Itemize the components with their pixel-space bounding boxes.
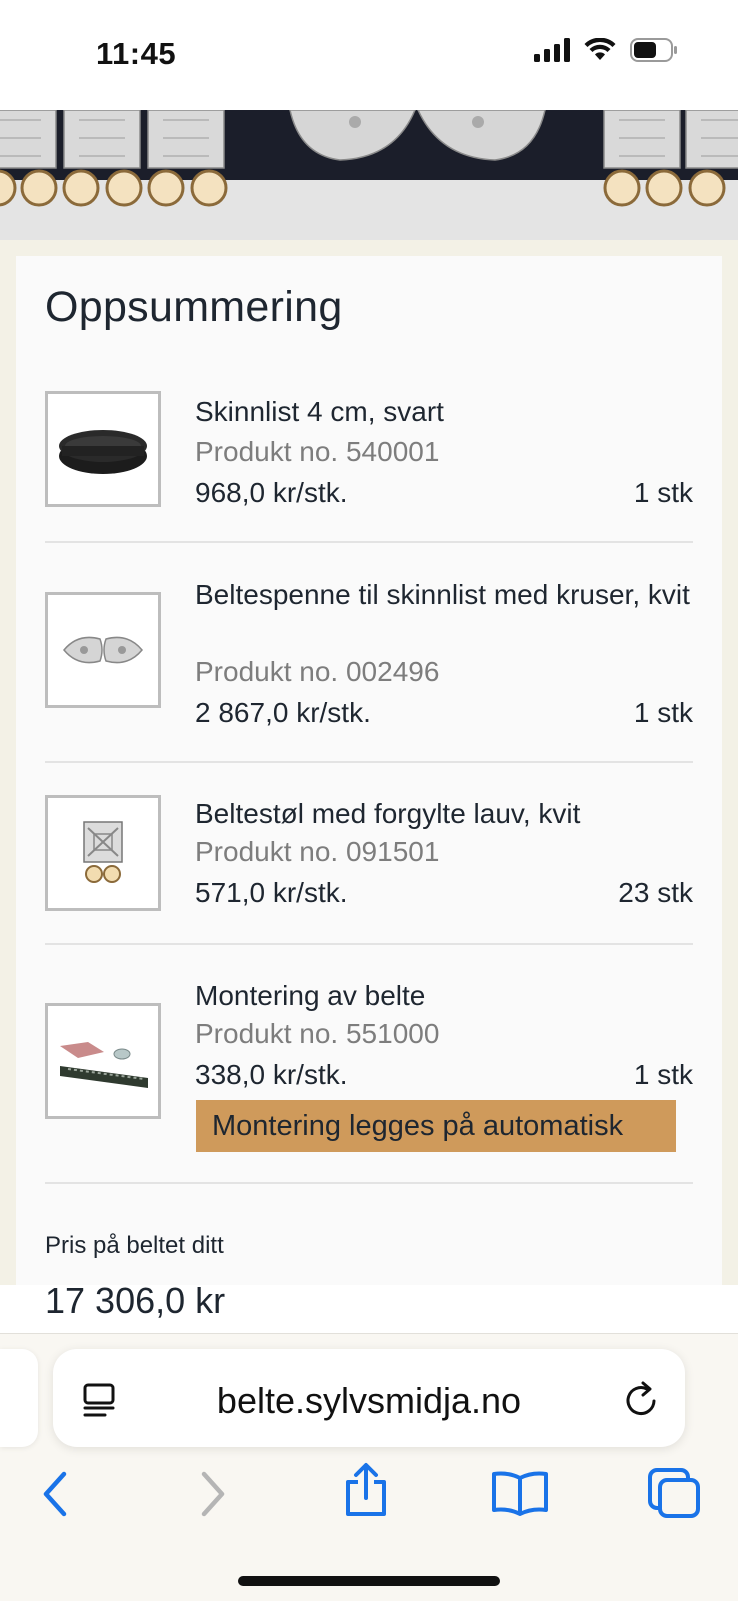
status-icons xyxy=(534,38,678,62)
item-product-no: Produkt no. 540001 xyxy=(195,436,440,467)
address-bar[interactable]: belte.sylvsmidja.no xyxy=(53,1349,685,1447)
item-product-no: Produkt no. 551000 xyxy=(195,1018,440,1049)
black-leather-belt-icon xyxy=(59,430,147,474)
item-name: Beltespenne til skinnlist med kruser, kv… xyxy=(195,579,690,610)
total-label: Pris på beltet ditt xyxy=(45,1232,224,1259)
item-product-no: Produkt no. 091501 xyxy=(195,836,440,867)
summary-item: Skinnlist 4 cm, svart Produkt no. 540001… xyxy=(45,391,693,511)
status-time: 11:45 xyxy=(96,36,177,71)
home-indicator[interactable] xyxy=(238,1576,500,1586)
item-qty: 1 stk xyxy=(633,697,693,728)
item-qty: 1 stk xyxy=(633,477,693,508)
item-price: 571,0 kr/stk. xyxy=(195,877,348,908)
product-thumbnail[interactable] xyxy=(45,795,161,911)
item-qty: 23 stk xyxy=(618,877,693,908)
belt-banner-graphic xyxy=(0,110,738,207)
back-icon[interactable] xyxy=(40,1470,70,1518)
previous-tab-peek[interactable] xyxy=(0,1349,38,1447)
divider xyxy=(45,943,693,945)
reload-icon[interactable] xyxy=(623,1379,661,1419)
battery-icon xyxy=(630,38,677,62)
product-thumbnail[interactable] xyxy=(45,391,161,507)
status-bar: 11:45 xyxy=(0,0,738,110)
product-thumbnail[interactable] xyxy=(45,592,161,708)
bookmarks-icon[interactable] xyxy=(490,1470,550,1516)
total-value: 17 306,0 kr xyxy=(45,1280,226,1321)
share-icon[interactable] xyxy=(342,1462,390,1518)
item-qty: 1 stk xyxy=(633,1059,693,1090)
item-price: 968,0 kr/stk. xyxy=(195,477,348,508)
summary-item: Beltespenne til skinnlist med kruser, kv… xyxy=(45,576,693,728)
summary-item: Beltestøl med forgylte lauv, kvit Produk… xyxy=(45,795,693,915)
belt-plate-icon xyxy=(83,821,123,883)
silver-buckle-icon xyxy=(63,636,143,664)
banner-image xyxy=(0,110,738,240)
summary-title: Oppsummering xyxy=(45,283,343,331)
item-product-no: Produkt no. 002496 xyxy=(195,656,440,687)
auto-assembly-notice: Montering legges på automatisk xyxy=(196,1100,676,1152)
divider xyxy=(45,1182,693,1184)
cellular-signal-icon xyxy=(534,38,570,62)
tabs-icon[interactable] xyxy=(646,1466,702,1520)
wifi-icon xyxy=(584,38,616,60)
item-price: 2 867,0 kr/stk. xyxy=(195,697,371,728)
item-price: 338,0 kr/stk. xyxy=(195,1059,348,1090)
divider xyxy=(45,541,693,543)
forward-icon[interactable] xyxy=(198,1470,228,1518)
url-text[interactable]: belte.sylvsmidja.no xyxy=(53,1380,685,1422)
product-thumbnail[interactable] xyxy=(45,1003,161,1119)
divider xyxy=(45,761,693,763)
assembly-icon xyxy=(60,1042,148,1088)
item-name: Skinnlist 4 cm, svart xyxy=(195,396,444,427)
item-name: Montering av belte xyxy=(195,980,426,1011)
item-name: Beltestøl med forgylte lauv, kvit xyxy=(195,798,581,829)
